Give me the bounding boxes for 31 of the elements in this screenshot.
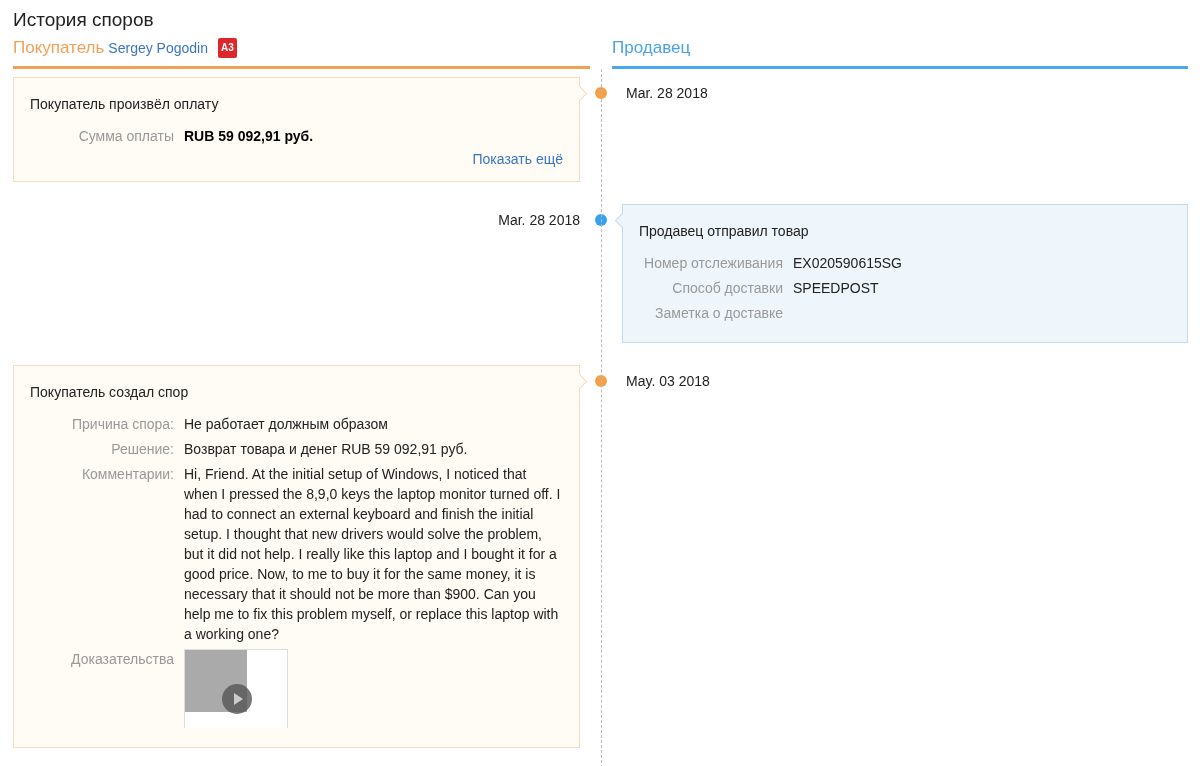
field-label: Сумма оплаты (77, 127, 174, 146)
field-value: Hi, Friend. At the initial setup of Windows, I noticed that when I pressed the 8,9,0 keys the laptop monitor turned off. I had to connect an external keyboard and finish the initial setup. I thought that new drivers would solve the problem, but it did not help. I really like this laptop and I bought it for a good price. Now, to me to buy it for the same money, it is necessary that it should not be more than $900. Can you help me to fix this problem myself, or replace this laptop with a working one? (184, 465, 562, 644)
field-label: Причина спора: (70, 415, 174, 434)
event-date: Mar. 28 2018 (497, 211, 580, 228)
buyer-level-badge: A3 (218, 38, 237, 58)
buyer-label: Покупатель (13, 39, 105, 57)
field-label: Номер отслеживания (643, 254, 783, 273)
page-title: История споров (13, 8, 155, 32)
payment-amount: RUB 59 092,91 руб. (184, 127, 315, 146)
timeline-dot (595, 214, 607, 226)
show-more-link[interactable]: Показать ещё (472, 151, 563, 167)
event-title: Покупатель произвёл оплату (30, 96, 220, 112)
event-date: Mar. 28 2018 (625, 84, 709, 101)
event-date: May. 03 2018 (625, 372, 711, 389)
timeline-dot (595, 375, 607, 387)
field-label: Комментарии: (80, 465, 174, 484)
field-value: Возврат товара и денег RUB 59 092,91 руб. (184, 440, 469, 459)
field-value: Не работает должным образом (184, 415, 389, 434)
field-label: Доказательства (70, 650, 174, 669)
field-label: Способ доставки (671, 279, 783, 298)
event-title: Покупатель создал спор (30, 384, 190, 400)
timeline-dot (595, 87, 607, 99)
buyer-name-link[interactable]: Sergey Pogodin (108, 39, 208, 57)
video-thumbnail[interactable] (184, 649, 288, 728)
seller-label: Продавец (612, 39, 691, 57)
field-value: EX020590615SG (793, 254, 903, 273)
field-label: Заметка о доставке (654, 304, 783, 323)
event-title: Продавец отправил товар (639, 223, 810, 239)
field-value: SPEEDPOST (793, 279, 880, 298)
field-label: Решение: (110, 440, 174, 459)
play-icon (222, 684, 252, 714)
